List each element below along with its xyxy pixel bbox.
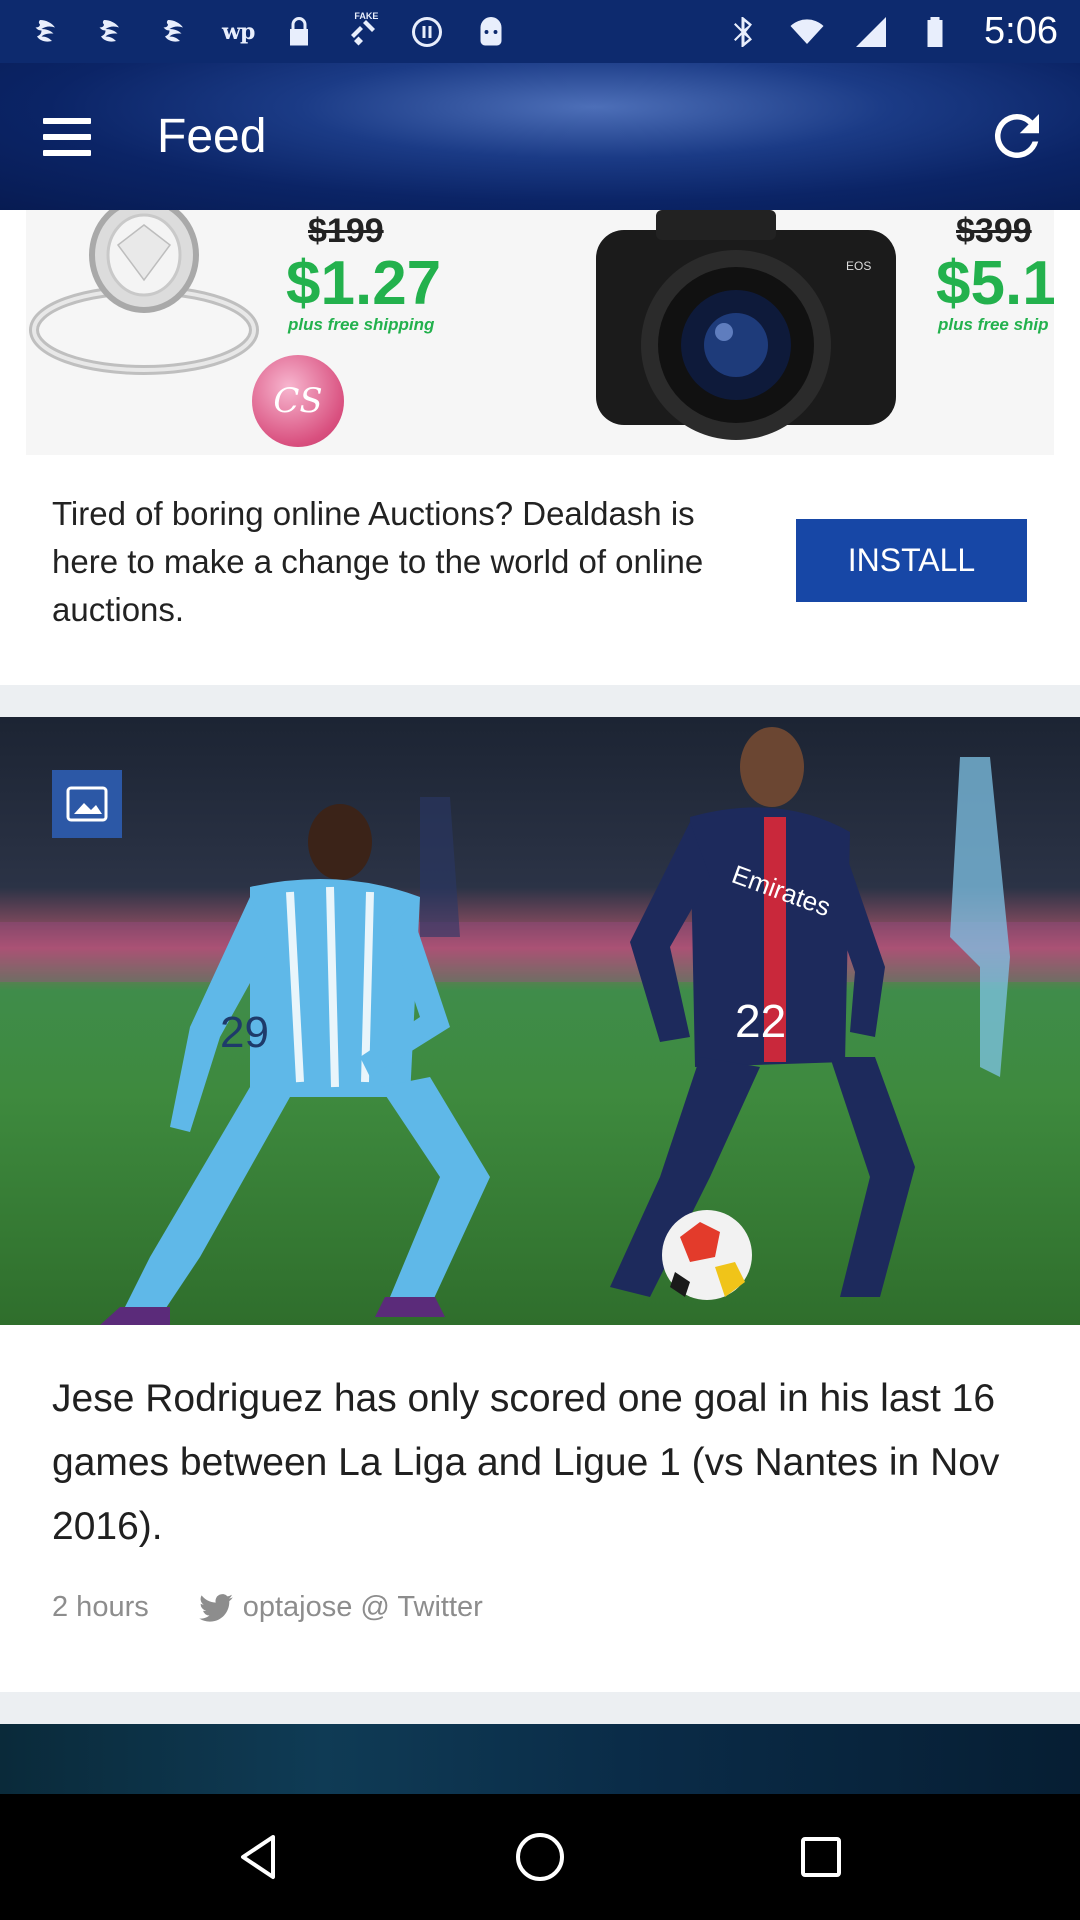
lock-icon bbox=[280, 13, 318, 51]
notification-icon bbox=[158, 13, 196, 51]
feed-list[interactable]: $199 $1.27 plus free shipping CS EOS $39… bbox=[0, 210, 1080, 1794]
news-time: 2 hours bbox=[52, 1591, 149, 1623]
svg-text:29: 29 bbox=[220, 1008, 269, 1057]
status-left-icons: wp FAKE bbox=[30, 10, 510, 51]
recents-square-icon[interactable] bbox=[786, 1822, 856, 1892]
page-title: Feed bbox=[157, 110, 267, 163]
navigation-bar bbox=[0, 1794, 1080, 1920]
camera-new-price: $5.1 bbox=[936, 249, 1054, 318]
back-triangle-icon[interactable] bbox=[224, 1822, 294, 1892]
status-right-icons: 5:06 bbox=[724, 10, 1058, 53]
fake-label: FAKE bbox=[354, 10, 379, 21]
camera-shipping: plus free ship bbox=[938, 315, 1049, 334]
notification-icon bbox=[94, 13, 132, 51]
status-bar: wp FAKE 5:06 bbox=[0, 0, 1080, 63]
camera-old-price: $399 bbox=[956, 212, 1032, 250]
svg-text:22: 22 bbox=[735, 995, 786, 1047]
ring-old-price: $199 bbox=[308, 212, 384, 250]
refresh-icon[interactable] bbox=[984, 103, 1050, 169]
bluetooth-icon bbox=[724, 13, 762, 51]
pause-icon bbox=[408, 13, 446, 51]
home-circle-icon[interactable] bbox=[505, 1822, 575, 1892]
next-card-preview[interactable] bbox=[0, 1724, 1080, 1794]
news-meta: 2 hours optajose @ Twitter bbox=[52, 1591, 483, 1624]
ad-banner-image[interactable]: $199 $1.27 plus free shipping CS EOS $39… bbox=[26, 210, 1054, 455]
signal-icon bbox=[852, 13, 890, 51]
svg-text:EOS: EOS bbox=[846, 259, 871, 273]
ring-shipping: plus free shipping bbox=[288, 315, 435, 334]
news-card[interactable]: 29 22 Emirates Jese Rodriguez has only s… bbox=[0, 717, 1080, 1692]
ring-new-price: $1.27 bbox=[286, 249, 442, 318]
ad-card: $199 $1.27 plus free shipping CS EOS $39… bbox=[0, 210, 1080, 685]
hamburger-menu-icon[interactable] bbox=[43, 107, 103, 167]
wifi-icon bbox=[788, 13, 826, 51]
image-icon bbox=[52, 770, 122, 838]
battery-icon bbox=[916, 13, 954, 51]
ring-image bbox=[29, 210, 259, 375]
install-button[interactable]: INSTALL bbox=[796, 519, 1027, 602]
app-bar: Feed bbox=[0, 63, 1080, 210]
cs-logo: CS bbox=[252, 355, 344, 447]
notification-icon bbox=[30, 13, 68, 51]
fake-gps-icon: FAKE bbox=[344, 10, 382, 51]
football-photo: 29 22 Emirates bbox=[0, 717, 1080, 1325]
news-source[interactable]: optajose @ Twitter bbox=[243, 1591, 483, 1624]
clock: 5:06 bbox=[984, 10, 1058, 52]
wp-app-icon: wp bbox=[222, 18, 255, 45]
camera-image: EOS bbox=[596, 210, 896, 440]
ad-description[interactable]: Tired of boring online Auctions? Dealdas… bbox=[52, 490, 752, 634]
news-image[interactable]: 29 22 Emirates bbox=[0, 717, 1080, 1325]
news-headline[interactable]: Jese Rodriguez has only scored one goal … bbox=[52, 1367, 1042, 1559]
twitter-icon bbox=[198, 1593, 233, 1622]
android-icon bbox=[472, 13, 510, 51]
